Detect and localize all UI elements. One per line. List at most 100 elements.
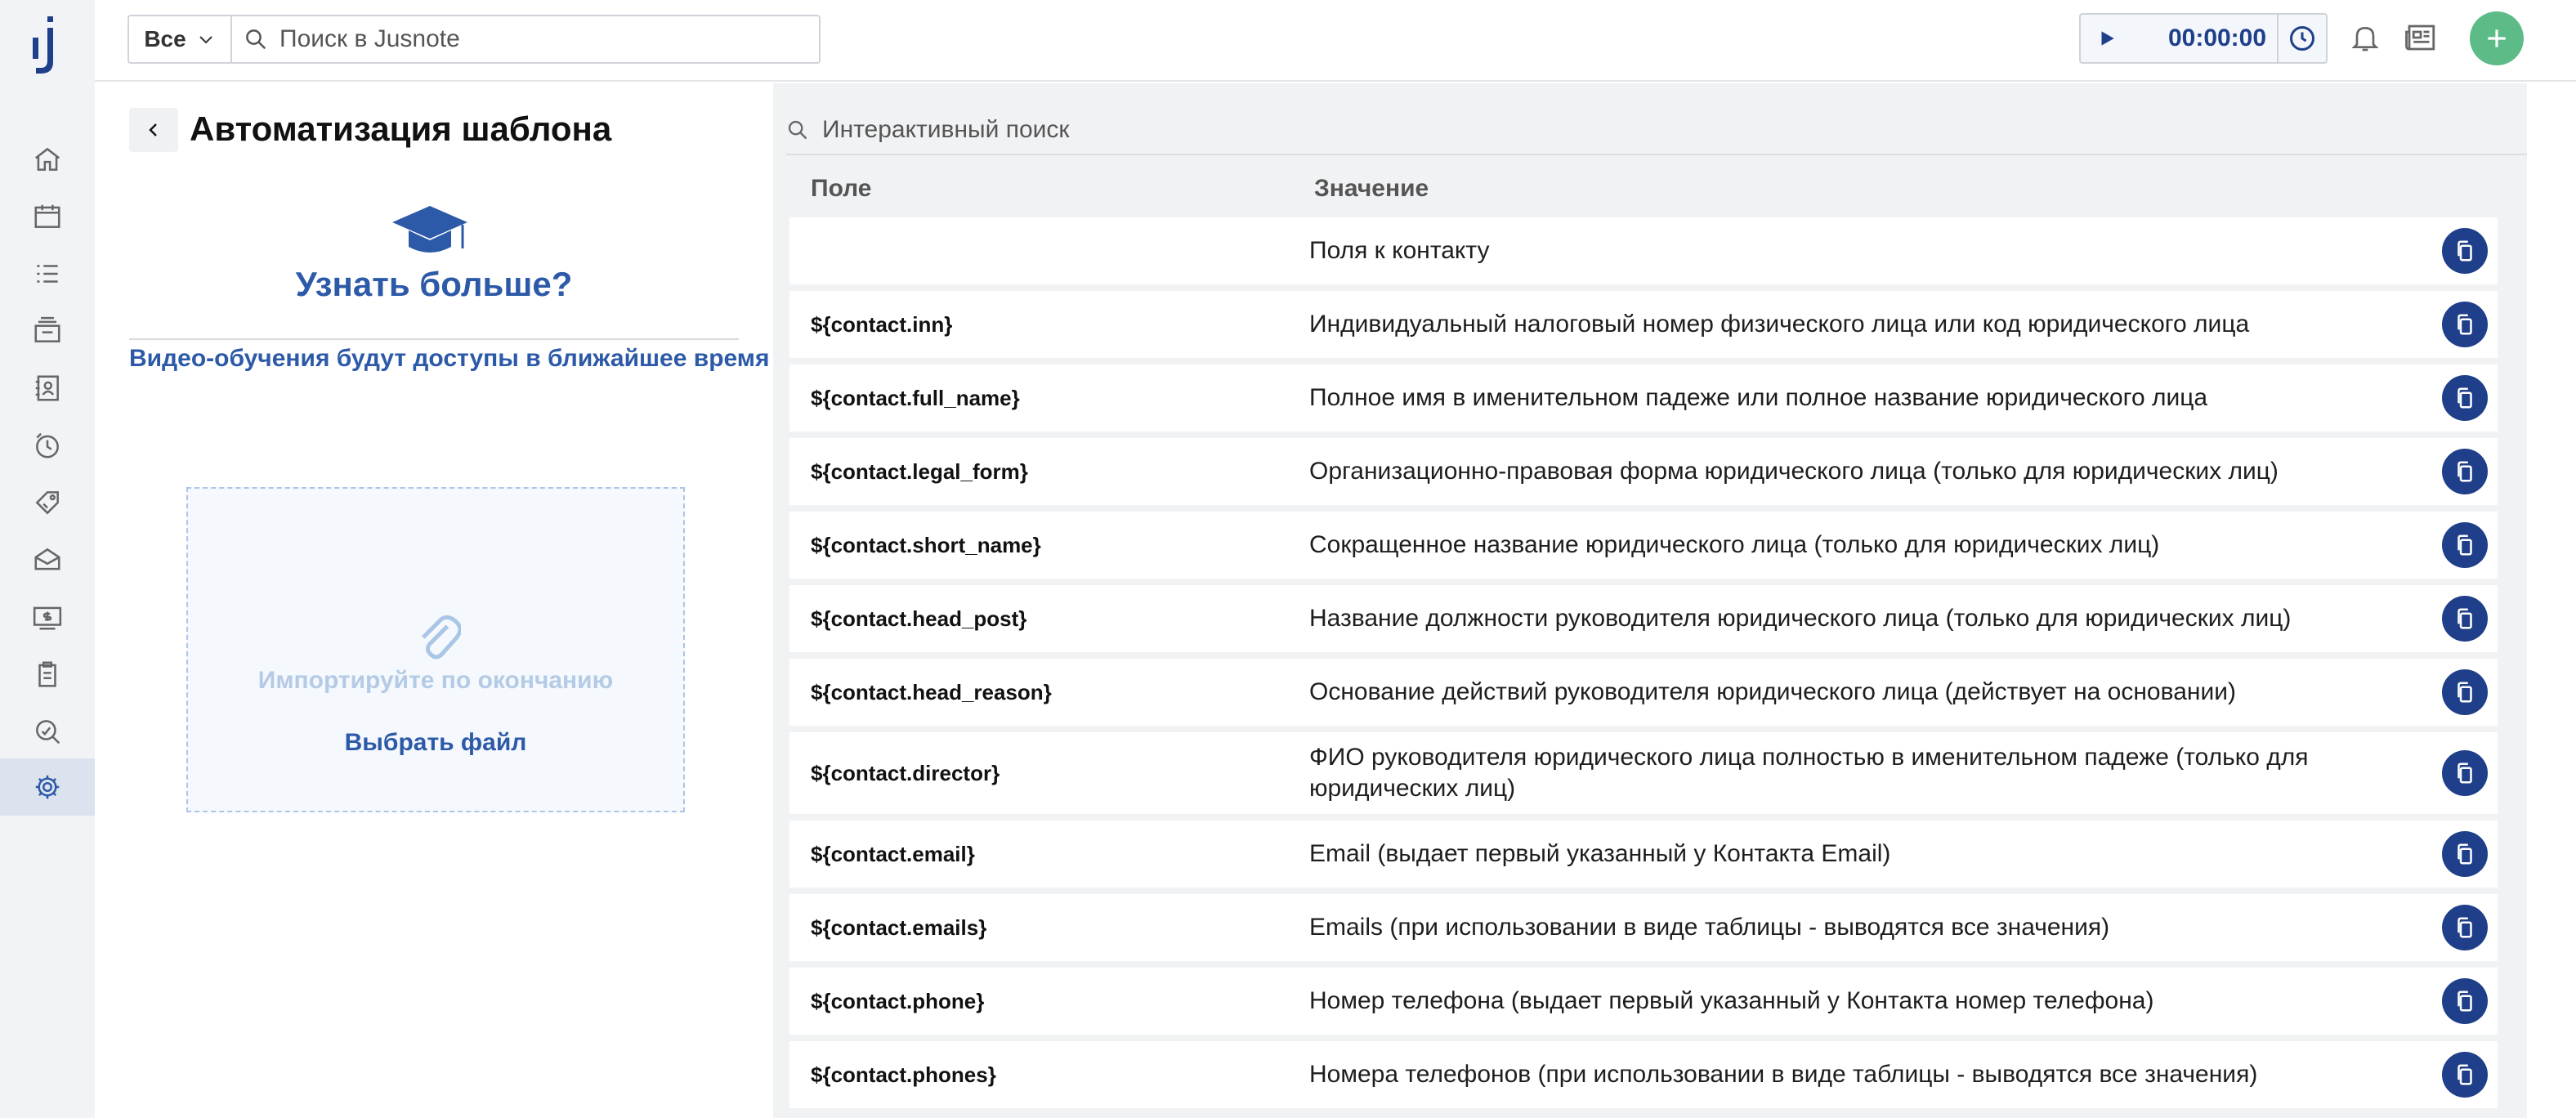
global-search-input[interactable] [280,25,803,53]
table-row: ${contact.emails} Emails (при использова… [789,894,2498,961]
row-field: ${contact.full_name} [811,385,1020,410]
documents-icon [38,661,56,687]
row-field: ${contact.phones} [811,1062,996,1087]
divider [129,338,739,340]
nav-billing[interactable] [0,531,95,588]
row-field: ${contact.phone} [811,988,985,1013]
copy-icon [2457,1064,2472,1085]
row-value: Сокращенное название юридического лица (… [1309,531,2160,558]
copy-icon [2457,461,2472,482]
dropzone-text: Импортируйте по окончанию [257,667,614,694]
global-search: Все [127,15,821,64]
learn-more-link[interactable]: Узнать больше? [95,265,773,304]
row-field: ${contact.head_reason} [811,679,1052,704]
copy-button[interactable] [2442,750,2488,796]
row-field: ${contact.email} [811,841,975,866]
paperclip-icon [421,615,461,660]
nav-reports[interactable] [0,703,95,760]
copy-button[interactable] [2442,302,2488,347]
clock-history-icon [2290,26,2314,51]
copy-icon [2457,534,2472,556]
interactive-search-input[interactable] [822,116,2375,144]
tags-icon [35,491,59,515]
table-row: ${contact.full_name} Полное имя в именит… [789,364,2498,432]
row-value: Emails (при использовании в виде таблицы… [1309,914,2110,941]
row-value: Номера телефонов (при использовании в ви… [1309,1061,2258,1088]
tasks-icon [37,265,58,283]
settings-icon [35,775,60,799]
bell-icon [2351,26,2379,51]
add-button[interactable] [2470,11,2524,65]
table-row: ${contact.head_post} Название должности … [789,585,2498,652]
nav-contacts[interactable] [0,360,95,417]
fields-table: Поля к контакту ${contact.inn} Индивидуа… [789,217,2498,1115]
top-header: Все 00:00:00 [95,0,2576,82]
right-panel: Поле Значение Поля к контакту ${contact.… [773,83,2576,1118]
copy-icon [2457,682,2472,703]
back-button[interactable] [129,108,178,152]
table-row: ${contact.phone} Номер телефона (выдает … [789,968,2498,1035]
search-icon [788,120,807,140]
search-scope-dropdown[interactable]: Все [129,16,232,62]
copy-button[interactable] [2442,905,2488,950]
nav-home[interactable] [0,131,95,188]
copy-button[interactable] [2442,375,2488,421]
nav-settings[interactable] [0,758,95,816]
file-dropzone[interactable]: Импортируйте по окончанию Выбрать файл [186,487,685,812]
nav-cases[interactable] [0,302,95,360]
nav-documents[interactable] [0,646,95,703]
table-row: ${contact.phones} Номера телефонов (при … [789,1041,2498,1108]
choose-file-button[interactable]: Выбрать файл [188,729,683,757]
timer-history-button[interactable] [2277,15,2326,62]
plus-icon [2488,29,2506,47]
copy-button[interactable] [2442,1052,2488,1098]
copy-icon [2457,762,2472,784]
chevron-left-icon [149,123,157,136]
copy-icon [2457,917,2472,938]
news-button[interactable] [2401,18,2440,57]
nav-tags[interactable] [0,474,95,531]
reports-icon [36,720,60,745]
copy-button[interactable] [2442,228,2488,274]
row-value: Email (выдает первый указанный у Контакт… [1309,840,1891,867]
copy-button[interactable] [2442,522,2488,568]
row-value: Название должности руководителя юридичес… [1309,605,2292,632]
scroll-gutter [2527,83,2576,1118]
row-value: Индивидуальный налоговый номер физическо… [1309,311,2250,338]
nav-time[interactable] [0,417,95,474]
column-header-value[interactable]: Значение [1314,175,1429,203]
row-field: ${contact.director} [811,760,1000,785]
search-scope-label: Все [144,26,186,51]
copy-icon [2457,314,2472,335]
nav-finance[interactable] [0,588,95,646]
row-field: ${contact.inn} [811,311,953,337]
calendar-icon [34,204,60,228]
row-field: ${contact.short_name} [811,532,1041,557]
copy-button[interactable] [2442,669,2488,715]
copy-icon [2457,843,2472,865]
chevron-down-icon [199,36,212,44]
graduation-cap-icon [392,206,467,253]
home-icon [34,147,60,171]
notifications-button[interactable] [2346,18,2385,57]
copy-icon [2457,387,2472,409]
nav-calendar[interactable] [0,188,95,245]
jusnote-logo[interactable] [28,16,67,78]
copy-icon [2457,240,2472,262]
sidebar [0,0,95,1118]
nav-tasks[interactable] [0,245,95,302]
copy-button[interactable] [2442,831,2488,877]
column-header-field[interactable]: Поле [811,175,872,203]
timer-play-button[interactable] [2081,15,2133,62]
copy-button[interactable] [2442,596,2488,642]
copy-icon [2457,991,2472,1012]
table-row: ${contact.director} ФИО руководителя юри… [789,732,2498,814]
cases-icon [34,316,60,342]
row-field: ${contact.legal_form} [811,458,1028,484]
newspaper-icon [2405,25,2435,51]
copy-button[interactable] [2442,449,2488,494]
row-value: Полное имя в именительном падеже или пол… [1309,384,2208,411]
copy-button[interactable] [2442,978,2488,1024]
time-icon [36,432,59,458]
copy-icon [2457,608,2472,629]
